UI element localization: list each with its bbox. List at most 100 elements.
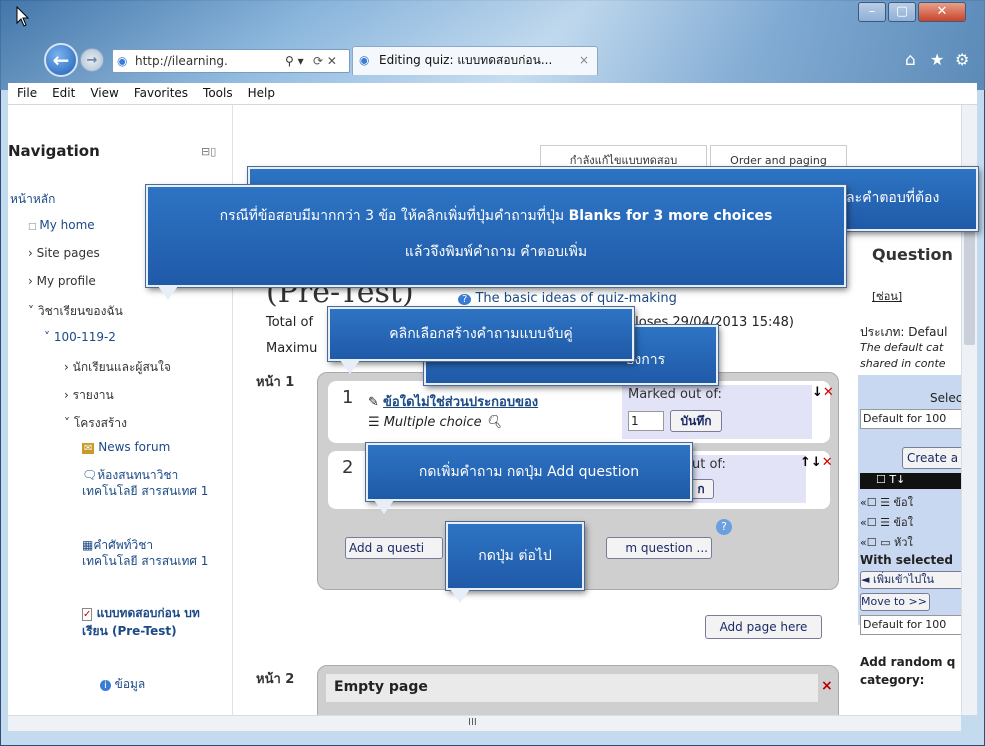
- scroll-grip: III: [468, 717, 477, 728]
- nav-home[interactable]: หน้าหลัก: [10, 190, 55, 209]
- marked-label: Marked out of:: [628, 387, 722, 402]
- move-to-select[interactable]: Default for 100: [860, 615, 975, 635]
- nav-course[interactable]: ˅ 100-119-2: [44, 330, 116, 344]
- add-random-question-button[interactable]: m question ...: [606, 537, 712, 559]
- callout-blanks-tail: [158, 286, 178, 300]
- callout-blanks-line2: แล้วจึงพิมพ์คำถาม คำตอบเพิ่ม: [404, 244, 588, 260]
- back-button[interactable]: ←: [44, 43, 78, 77]
- nav-news-forum[interactable]: ✉ News forum: [82, 440, 170, 454]
- nav-my-courses[interactable]: ˅ วิชาเรียนของฉัน: [28, 302, 123, 321]
- nav-participants[interactable]: › นักเรียนและผู้สนใจ: [64, 358, 171, 377]
- callout-next-tail: [450, 589, 470, 603]
- delete-page-icon[interactable]: ×: [821, 678, 833, 694]
- nav-quiz[interactable]: ✓ แบบทดสอบก่อน บทเรียน (Pre-Test): [82, 605, 212, 639]
- tab-close-icon[interactable]: ×: [579, 47, 589, 74]
- menu-file[interactable]: File: [17, 86, 37, 100]
- nav-course-label: 100-119-2: [53, 330, 116, 344]
- address-url: http://ilearning.: [135, 54, 228, 68]
- nav-reports-label: รายงาน: [72, 388, 114, 402]
- nav-glossary[interactable]: ▦คำศัพท์วิชา เทคโนโลยี สารสนเทศ 1: [82, 537, 212, 569]
- help-icon[interactable]: ?: [716, 519, 732, 535]
- menu-view[interactable]: View: [90, 86, 118, 100]
- home-icon[interactable]: ⌂: [905, 50, 916, 70]
- nav-structure[interactable]: ˅ โครงสร้าง: [64, 414, 127, 433]
- question-bank-row[interactable]: «☐ ☰ ข้อใ: [860, 493, 913, 511]
- callout-add-question: กดเพิ่มคำถาม กดปุ่ม Add question: [365, 442, 693, 502]
- select-category-label: Selec: [930, 391, 963, 405]
- callout-blanks-line1: กรณีที่ข้อสอบมีมากกว่า 3 ข้อ ให้คลิกเพิ่…: [156, 205, 836, 227]
- callout-blanks-text: กรณีที่ข้อสอบมีมากกว่า 3 ข้อ ให้คลิกเพิ่…: [219, 208, 569, 224]
- hide-link[interactable]: [ซ่อน]: [872, 287, 902, 305]
- nav-site-pages-label: Site pages: [36, 246, 100, 260]
- maximize-icon[interactable]: ▢: [888, 2, 916, 22]
- category-select[interactable]: Default for 100: [860, 409, 975, 429]
- help-link-label: The basic ideas of quiz-making: [475, 291, 677, 306]
- menu-edit[interactable]: Edit: [52, 86, 75, 100]
- address-bar[interactable]: ◉ http://ilearning. ⚲ ▾ ⟳ ✕: [112, 49, 350, 73]
- speech-bubble-icon: 🗨: [82, 468, 98, 482]
- delete-icon[interactable]: ✕: [823, 385, 834, 400]
- browser-tab[interactable]: ◉ Editing quiz: แบบทดสอบก่อน... ×: [352, 46, 598, 75]
- question-1-marks: Marked out of: 1 บันทึก: [622, 385, 812, 439]
- dock-icon[interactable]: ⊟▯: [201, 145, 216, 158]
- question-1-type: ☰ Multiple choice 🔍︎: [368, 415, 502, 430]
- chevron-down-icon: ˅: [28, 304, 38, 318]
- question-1-type-label: Multiple choice: [383, 415, 482, 430]
- marked-label: ut of:: [692, 457, 726, 472]
- nav-forum-2[interactable]: 🗨ห้องสนทนาวิชา เทคโนโลยี สารสนเทศ 1: [82, 467, 212, 499]
- callout-matching-tail: [340, 360, 360, 374]
- empty-page-label: Empty page: [326, 674, 818, 702]
- menu-tools[interactable]: Tools: [203, 86, 233, 100]
- page-icon: ◉: [117, 54, 128, 68]
- move-down-icon[interactable]: ↓✕: [812, 385, 834, 400]
- help-link[interactable]: ? The basic ideas of quiz-making: [458, 291, 677, 306]
- favorites-star-icon[interactable]: ★: [930, 50, 944, 69]
- save-mark-button[interactable]: บันทึก: [670, 410, 722, 432]
- close-window-icon[interactable]: ✕: [918, 2, 966, 22]
- nav-glossary-label: คำศัพท์วิชา เทคโนโลยี สารสนเทศ 1: [82, 538, 209, 568]
- window-titlebar: [0, 0, 985, 90]
- question-bank-row[interactable]: «☐ ▭ หัวใ: [860, 533, 913, 551]
- add-page-button[interactable]: Add page here: [705, 615, 822, 639]
- settings-gear-icon[interactable]: ⚙: [955, 50, 969, 69]
- bullet-icon: □: [28, 222, 40, 232]
- refresh-icon[interactable]: ⟳ ✕: [313, 50, 337, 72]
- menu-favorites[interactable]: Favorites: [134, 86, 188, 100]
- search-icon[interactable]: ⚲ ▾: [285, 50, 304, 72]
- move-updown-icon[interactable]: ↑↓✕: [800, 455, 833, 470]
- nav-site-pages[interactable]: › Site pages: [28, 246, 100, 260]
- add-to-quiz-button[interactable]: ◄ เพิ่มเข้าไปใน: [860, 571, 975, 589]
- mark-input[interactable]: 1: [628, 411, 664, 431]
- callout-next: กดปุ่ม ต่อไป: [445, 521, 585, 591]
- menu-help[interactable]: Help: [248, 86, 275, 100]
- header-checkbox[interactable]: ☐: [876, 473, 889, 486]
- nav-my-home[interactable]: □ My home: [28, 218, 95, 232]
- shared-text: shared in conte: [860, 357, 946, 370]
- chevron-right-icon: ›: [64, 388, 73, 402]
- nav-my-courses-label: วิชาเรียนของฉัน: [37, 304, 123, 318]
- forward-arrow-icon: →: [86, 52, 98, 68]
- chevron-right-icon: ›: [64, 360, 73, 374]
- question-1-title[interactable]: ✎ ข้อใดไม่ใช่ส่วนประกอบของ: [368, 391, 538, 412]
- horizontal-scrollbar[interactable]: III: [8, 715, 961, 731]
- help-icon: ?: [458, 294, 472, 305]
- add-question-button[interactable]: Add a questi: [345, 537, 443, 559]
- scroll-thumb[interactable]: [964, 225, 975, 345]
- forward-button[interactable]: →: [80, 48, 104, 72]
- nav-info[interactable]: i ข้อมูล: [100, 675, 145, 694]
- page-2-label: หน้า 2: [256, 672, 295, 687]
- nav-my-profile-label: My profile: [36, 274, 96, 288]
- nav-reports[interactable]: › รายงาน: [64, 386, 114, 405]
- delete-icon[interactable]: ✕: [822, 455, 833, 470]
- question-bank-row[interactable]: «☐ ☰ ข้อใ: [860, 513, 913, 531]
- callout-add-question-tail: [374, 500, 394, 514]
- preview-magnifier-icon[interactable]: 🔍︎: [486, 415, 503, 430]
- minimize-icon[interactable]: –: [858, 2, 886, 22]
- move-to-button[interactable]: Move to >>: [860, 593, 930, 611]
- header-type: T: [889, 473, 897, 486]
- maximum-text: Maximu: [266, 341, 318, 356]
- nav-my-profile[interactable]: › My profile: [28, 274, 96, 288]
- forum-icon: ✉: [82, 443, 95, 454]
- tab-page-icon: ◉: [359, 53, 370, 67]
- chevron-right-icon: ›: [28, 274, 37, 288]
